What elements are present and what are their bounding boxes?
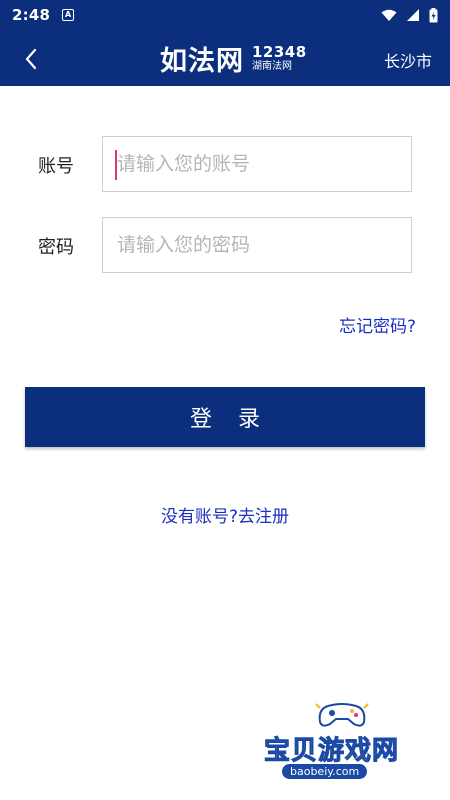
text-cursor xyxy=(115,150,117,180)
password-input[interactable] xyxy=(102,217,412,273)
account-label: 账号 xyxy=(38,156,74,177)
app-logo: 如法网 12348 湖南法网 xyxy=(160,40,307,77)
password-row: 密码 xyxy=(0,217,450,273)
login-button[interactable]: 登录 xyxy=(25,387,425,447)
gamepad-icon xyxy=(315,703,369,727)
notification-icon: A xyxy=(62,9,75,21)
watermark-text: 宝贝游戏网 xyxy=(263,736,400,767)
forgot-password-link[interactable]: 忘记密码? xyxy=(339,312,416,337)
register-link[interactable]: 没有账号?去注册 xyxy=(0,502,450,527)
password-label: 密码 xyxy=(38,237,74,258)
chevron-left-icon xyxy=(25,48,37,70)
watermark-logo: 宝贝游戏网 baobeiy.com xyxy=(263,700,424,790)
logo-region: 湖南法网 xyxy=(252,60,292,72)
status-icons xyxy=(381,7,438,23)
city-selector[interactable]: 长沙市 xyxy=(384,48,432,72)
logo-title: 如法网 xyxy=(160,45,244,77)
wifi-icon xyxy=(381,9,397,21)
back-button[interactable] xyxy=(14,42,48,76)
watermark-url: baobeiy.com xyxy=(282,764,368,779)
signal-icon xyxy=(407,9,419,21)
battery-icon xyxy=(429,7,438,22)
app-header: 如法网 12348 湖南法网 长沙市 xyxy=(0,30,450,86)
status-time: 2:48 xyxy=(12,6,51,24)
account-row: 账号 xyxy=(0,136,450,192)
logo-subtitle: 12348 湖南法网 xyxy=(252,42,307,72)
logo-number: 12348 xyxy=(252,42,307,61)
status-bar: 2:48 A xyxy=(0,0,450,30)
account-input[interactable] xyxy=(102,136,412,192)
